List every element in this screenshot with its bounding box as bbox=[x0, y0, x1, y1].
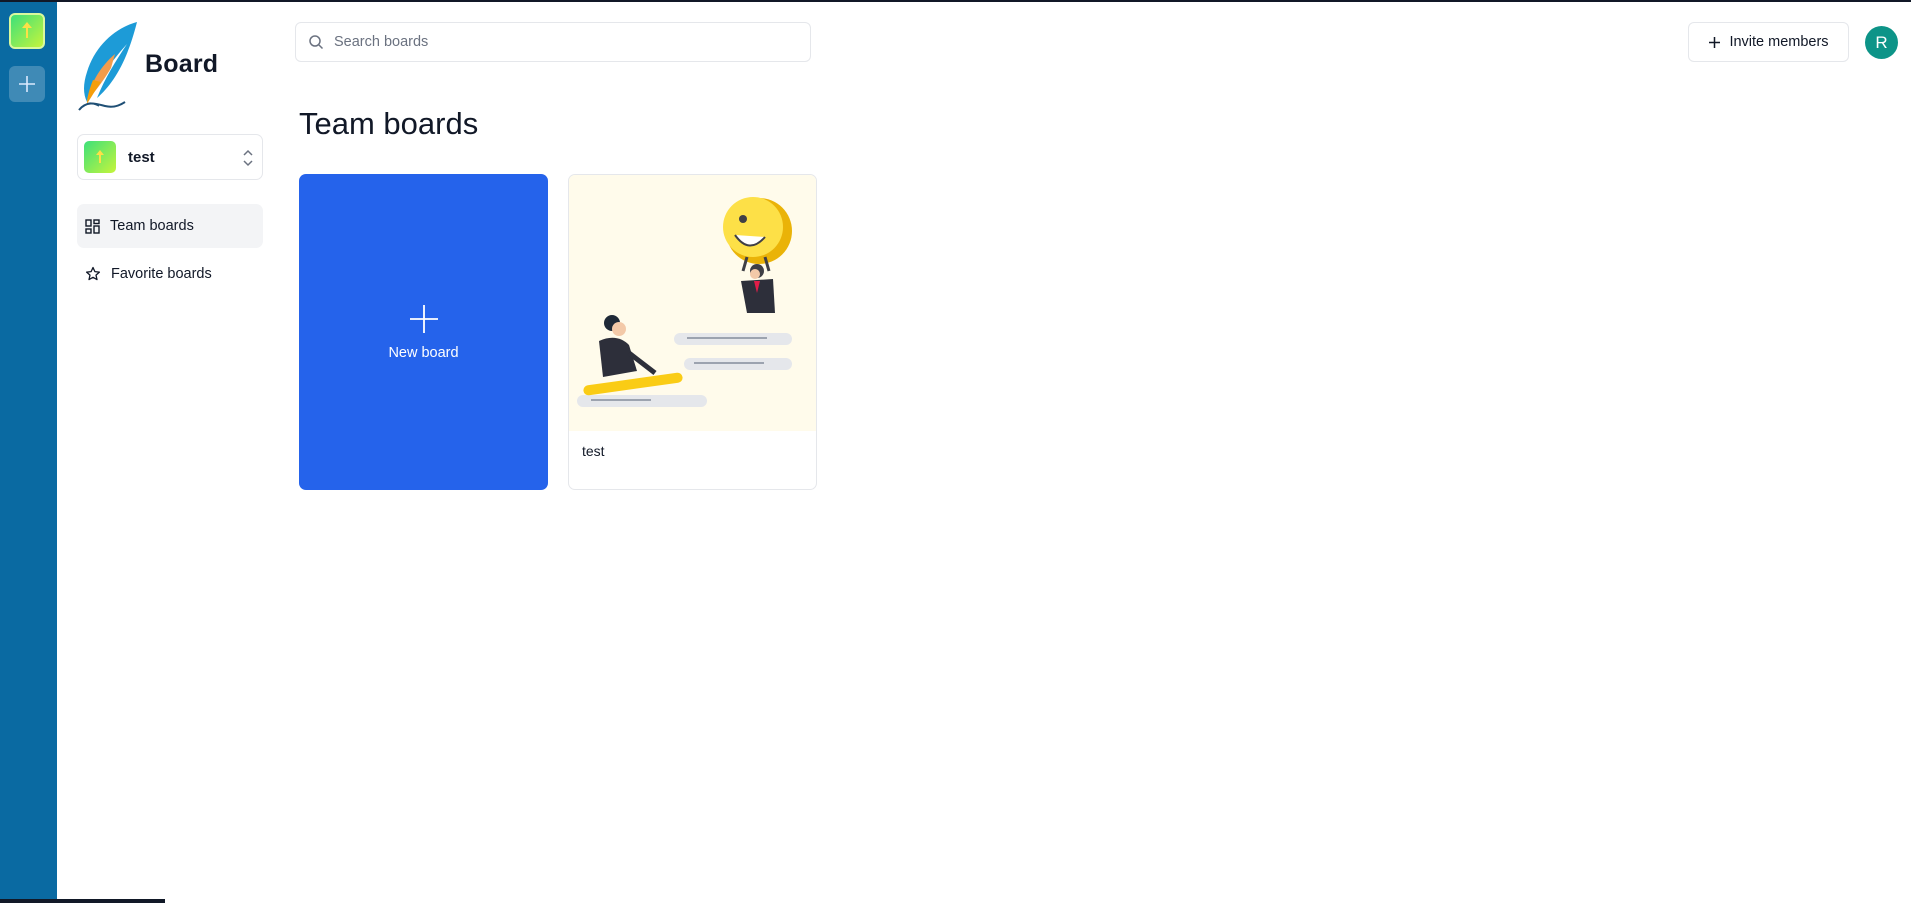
user-avatar[interactable]: R bbox=[1865, 26, 1898, 59]
nav-team-boards[interactable]: Team boards bbox=[77, 204, 263, 248]
new-board-label: New board bbox=[388, 345, 459, 361]
layout-dashboard-icon bbox=[85, 218, 100, 234]
nav-favorite-boards[interactable]: Favorite boards bbox=[77, 252, 263, 296]
current-org-button[interactable] bbox=[9, 13, 45, 49]
add-org-button[interactable] bbox=[9, 66, 45, 102]
nav-favorite-boards-label: Favorite boards bbox=[111, 266, 212, 282]
board-title: test bbox=[582, 443, 605, 459]
feather-logo-icon[interactable] bbox=[75, 20, 141, 112]
plus-icon bbox=[1709, 36, 1721, 48]
new-board-button[interactable]: New board bbox=[299, 174, 548, 490]
org-arrow-icon bbox=[22, 22, 32, 38]
org-name: test bbox=[128, 148, 155, 166]
org-arrow-icon bbox=[96, 149, 104, 163]
search-box bbox=[295, 22, 811, 62]
brand-name: Board bbox=[145, 50, 219, 78]
sidebar: Board test Team boards Favorite boards bbox=[57, 0, 277, 903]
search-input[interactable] bbox=[334, 34, 794, 50]
org-rail bbox=[0, 0, 57, 903]
nav-team-boards-label: Team boards bbox=[110, 218, 194, 234]
org-avatar bbox=[84, 141, 116, 173]
star-icon bbox=[85, 266, 101, 281]
board-card[interactable]: test bbox=[568, 174, 817, 490]
window-top-border bbox=[0, 0, 1911, 2]
plus-icon bbox=[19, 76, 35, 92]
invite-members-button[interactable]: Invite members bbox=[1688, 22, 1849, 62]
plus-icon bbox=[409, 305, 438, 333]
chevrons-up-down-icon bbox=[243, 149, 253, 167]
bottom-scroll-indicator bbox=[0, 899, 165, 903]
board-illustration bbox=[577, 197, 792, 407]
invite-members-label: Invite members bbox=[1729, 34, 1829, 50]
board-thumbnail bbox=[569, 175, 816, 431]
page-title: Team boards bbox=[299, 106, 479, 141]
search-icon bbox=[309, 35, 324, 50]
org-switcher[interactable]: test bbox=[77, 134, 263, 180]
